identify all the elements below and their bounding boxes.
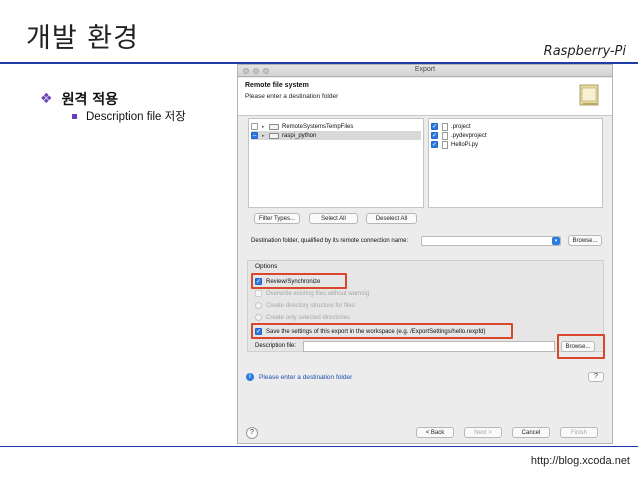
highlight-review-synchronize (251, 273, 347, 289)
destination-combo[interactable]: ▾ (421, 236, 561, 246)
project-folder-icon (269, 123, 279, 130)
project-tree[interactable]: ▸ RemoteSystemsTempFiles – ▸ raspi_pytho… (248, 118, 424, 208)
file-icon (442, 131, 448, 140)
wizard-header: Remote file system Please enter a destin… (238, 78, 612, 116)
info-icon: i (246, 373, 254, 381)
option-label: Overwrite existing files without warning (266, 290, 370, 297)
window-titlebar: Export (238, 65, 612, 77)
expand-arrow-icon[interactable]: ▸ (262, 133, 269, 139)
file-list[interactable]: ✓ .project ✓ .pydevproject ✓ HelloPi.py (428, 118, 603, 208)
window-title: Export (414, 66, 436, 73)
create-structure-option[interactable]: Create directory structure for files (255, 301, 355, 310)
back-button[interactable]: < Back (416, 427, 454, 438)
slide-title: 개발 환경 (26, 23, 139, 54)
filter-types-button[interactable]: Filter Types... (254, 213, 300, 224)
next-button[interactable]: Next > (464, 427, 502, 438)
bullet-sub-text: Description file 저장 (86, 111, 186, 123)
file-item[interactable]: ✓ .project (431, 122, 471, 131)
deselect-all-button[interactable]: Deselect All (366, 213, 417, 224)
tree-item[interactable]: – ▸ raspi_python (251, 131, 421, 140)
file-item-checkbox[interactable]: ✓ (431, 123, 438, 130)
highlight-save-settings (251, 323, 513, 339)
option-label: Create directory structure for files (266, 302, 355, 309)
file-item-label: HelloPi.py (451, 141, 479, 148)
footer-url: http://blog.xcoda.net (530, 455, 630, 467)
slide-subtitle: Raspberry-Pi (543, 44, 626, 59)
overwrite-option[interactable]: Overwrite existing files without warning (255, 289, 369, 298)
finish-button[interactable]: Finish (560, 427, 598, 438)
highlight-browse-button (557, 334, 605, 359)
bullet-sub: Description file 저장 (72, 108, 186, 124)
diamond-bullet-icon: ❖ (40, 91, 53, 107)
export-dialog: Export Remote file system Please enter a… (237, 64, 613, 444)
file-item-checkbox[interactable]: ✓ (431, 132, 438, 139)
file-item-label: .project (451, 123, 471, 130)
create-structure-radio[interactable] (255, 302, 262, 309)
file-item-label: .pydevproject (451, 132, 487, 139)
file-item[interactable]: ✓ .pydevproject (431, 131, 487, 140)
destination-browse-button[interactable]: Browse... (568, 235, 602, 246)
file-icon (442, 122, 448, 131)
tree-item-checkbox[interactable]: – (251, 132, 258, 139)
create-selected-option[interactable]: Create only selected directories (255, 313, 350, 322)
bottom-divider (0, 446, 638, 447)
help-button[interactable]: ? (588, 372, 604, 382)
project-folder-icon (269, 132, 279, 139)
options-label: Options (255, 263, 278, 270)
option-label: Create only selected directories (266, 314, 351, 321)
bullet-main: ❖ 원격 적용 (40, 89, 118, 109)
destination-label: Destination folder, qualified by its rem… (251, 238, 409, 244)
chevron-down-icon[interactable]: ▾ (552, 237, 560, 245)
file-item[interactable]: ✓ HelloPi.py (431, 140, 478, 149)
select-all-button[interactable]: Select All (309, 213, 358, 224)
tree-item-checkbox[interactable] (251, 123, 258, 130)
file-icon (442, 140, 448, 149)
overwrite-checkbox[interactable] (255, 290, 262, 297)
tree-item-label: RemoteSystemsTempFiles (282, 123, 354, 130)
square-bullet-icon (72, 113, 77, 119)
expand-arrow-icon[interactable]: ▸ (262, 124, 269, 130)
file-item-checkbox[interactable]: ✓ (431, 141, 438, 148)
tree-item-label: raspi_python (282, 132, 317, 139)
create-selected-radio[interactable] (255, 314, 262, 321)
status-message-text: Please enter a destination folder (259, 373, 353, 381)
tree-item[interactable]: ▸ RemoteSystemsTempFiles (251, 122, 421, 131)
status-message: i Please enter a destination folder (246, 373, 352, 381)
folder-icon (579, 84, 599, 106)
header-title: Remote file system (245, 82, 309, 89)
help-icon[interactable]: ? (246, 427, 258, 439)
header-message: Please enter a destination folder (245, 93, 339, 100)
description-file-label: Description file: (255, 343, 297, 349)
bullet-main-text: 원격 적용 (61, 92, 118, 108)
cancel-button[interactable]: Cancel (512, 427, 550, 438)
description-file-input[interactable] (303, 341, 555, 352)
